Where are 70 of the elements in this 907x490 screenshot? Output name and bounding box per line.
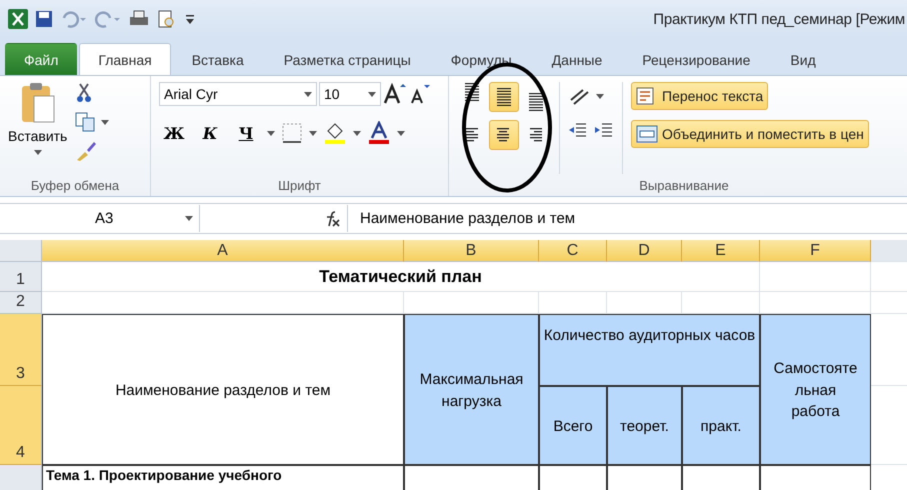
align-bottom-icon [529, 93, 543, 111]
column-header[interactable]: C [539, 240, 607, 262]
merge-cells-icon [636, 125, 658, 143]
align-button[interactable] [489, 120, 519, 150]
column-header[interactable]: A [42, 240, 404, 262]
file-tab[interactable]: Файл [5, 43, 78, 75]
font-name-field[interactable]: Arial Cyr [159, 82, 317, 106]
group-label: Выравнивание [639, 178, 729, 192]
column-header[interactable]: F [760, 240, 871, 262]
dropdown-arrow-icon[interactable] [353, 130, 361, 136]
column-header[interactable]: B [404, 240, 539, 262]
dropdown-arrow-icon[interactable] [368, 92, 376, 96]
dropdown-arrow-icon[interactable] [309, 130, 317, 136]
paste-button[interactable]: Вставить [8, 128, 68, 155]
ribbon-tab[interactable]: Главная [79, 43, 171, 75]
table-cell: практ. [682, 386, 760, 465]
align-right-icon [528, 128, 544, 142]
align-top-icon [465, 83, 479, 101]
dropdown-arrow-icon[interactable] [267, 130, 275, 136]
dropdown-arrow-icon[interactable] [304, 92, 312, 96]
name-box[interactable]: A3 [0, 205, 200, 232]
dropdown-arrow-icon[interactable] [101, 120, 110, 124]
align-button[interactable] [489, 82, 519, 112]
row-header[interactable]: 1 [0, 262, 42, 292]
dropdown-arrow-icon[interactable] [596, 94, 604, 98]
row-header[interactable]: 4 [0, 386, 42, 465]
save-icon[interactable] [34, 9, 54, 29]
group-label: Шрифт [278, 178, 321, 192]
row-header[interactable]: 2 [0, 292, 42, 314]
column-header[interactable]: D [607, 240, 682, 262]
table-cell: Максимальная нагрузка [404, 314, 539, 465]
ribbon-tab[interactable]: Вставка [172, 43, 263, 75]
dropdown-arrow-icon[interactable] [185, 216, 193, 221]
row-header[interactable]: 3 [0, 314, 42, 386]
window-title: Практикум КТП пед_семинар [Режим [653, 10, 905, 28]
table-cell: Наименование разделов и тем [42, 314, 404, 465]
table-cell: Всего [539, 386, 607, 465]
bold-button[interactable]: Ж [159, 118, 189, 148]
ribbon-tab[interactable]: Данные [532, 43, 622, 75]
ribbon-tab[interactable]: Разметка страницы [264, 43, 430, 75]
table-cell: теорет. [607, 386, 682, 465]
merge-center-button[interactable]: Объединить и поместить в цен [631, 120, 869, 148]
excel-logo-icon[interactable] [8, 9, 28, 29]
column-header[interactable]: E [682, 240, 760, 262]
brush-icon[interactable] [75, 140, 98, 162]
shrink-font-icon[interactable] [409, 83, 431, 105]
wrap-text-button[interactable]: Перенос текста [631, 82, 768, 110]
table-cell: Самостоятельная работа [760, 314, 871, 465]
italic-button[interactable]: К [195, 118, 225, 148]
align-center-icon [496, 128, 512, 142]
header-strip [871, 240, 907, 262]
align-left-icon [464, 128, 480, 142]
scissors-icon[interactable] [75, 82, 94, 104]
underline-button[interactable]: Ч [231, 118, 261, 148]
dropdown-arrow-icon[interactable] [397, 130, 405, 136]
borders-icon[interactable] [281, 122, 303, 144]
group-label: Буфер обмена [30, 178, 120, 192]
font-size-field[interactable]: 10 [319, 82, 381, 106]
ribbon-tab[interactable]: Вид [771, 43, 835, 75]
grow-font-icon[interactable] [383, 83, 407, 105]
table-cell: Количество аудиторных часов [539, 314, 760, 386]
font-color-icon[interactable] [367, 121, 391, 145]
align-middle-icon [497, 88, 511, 106]
formula-text: Наименование разделов и тем [359, 210, 576, 227]
table-cell: Тема 1. Проектирование учебного [42, 465, 404, 490]
fill-color-icon[interactable] [323, 121, 347, 145]
dropdown-arrow-icon[interactable] [34, 150, 42, 155]
ribbon-tab[interactable]: Рецензирование [623, 43, 770, 75]
sheet-title: Тематический план [42, 262, 760, 292]
copy-icon[interactable] [75, 112, 98, 132]
